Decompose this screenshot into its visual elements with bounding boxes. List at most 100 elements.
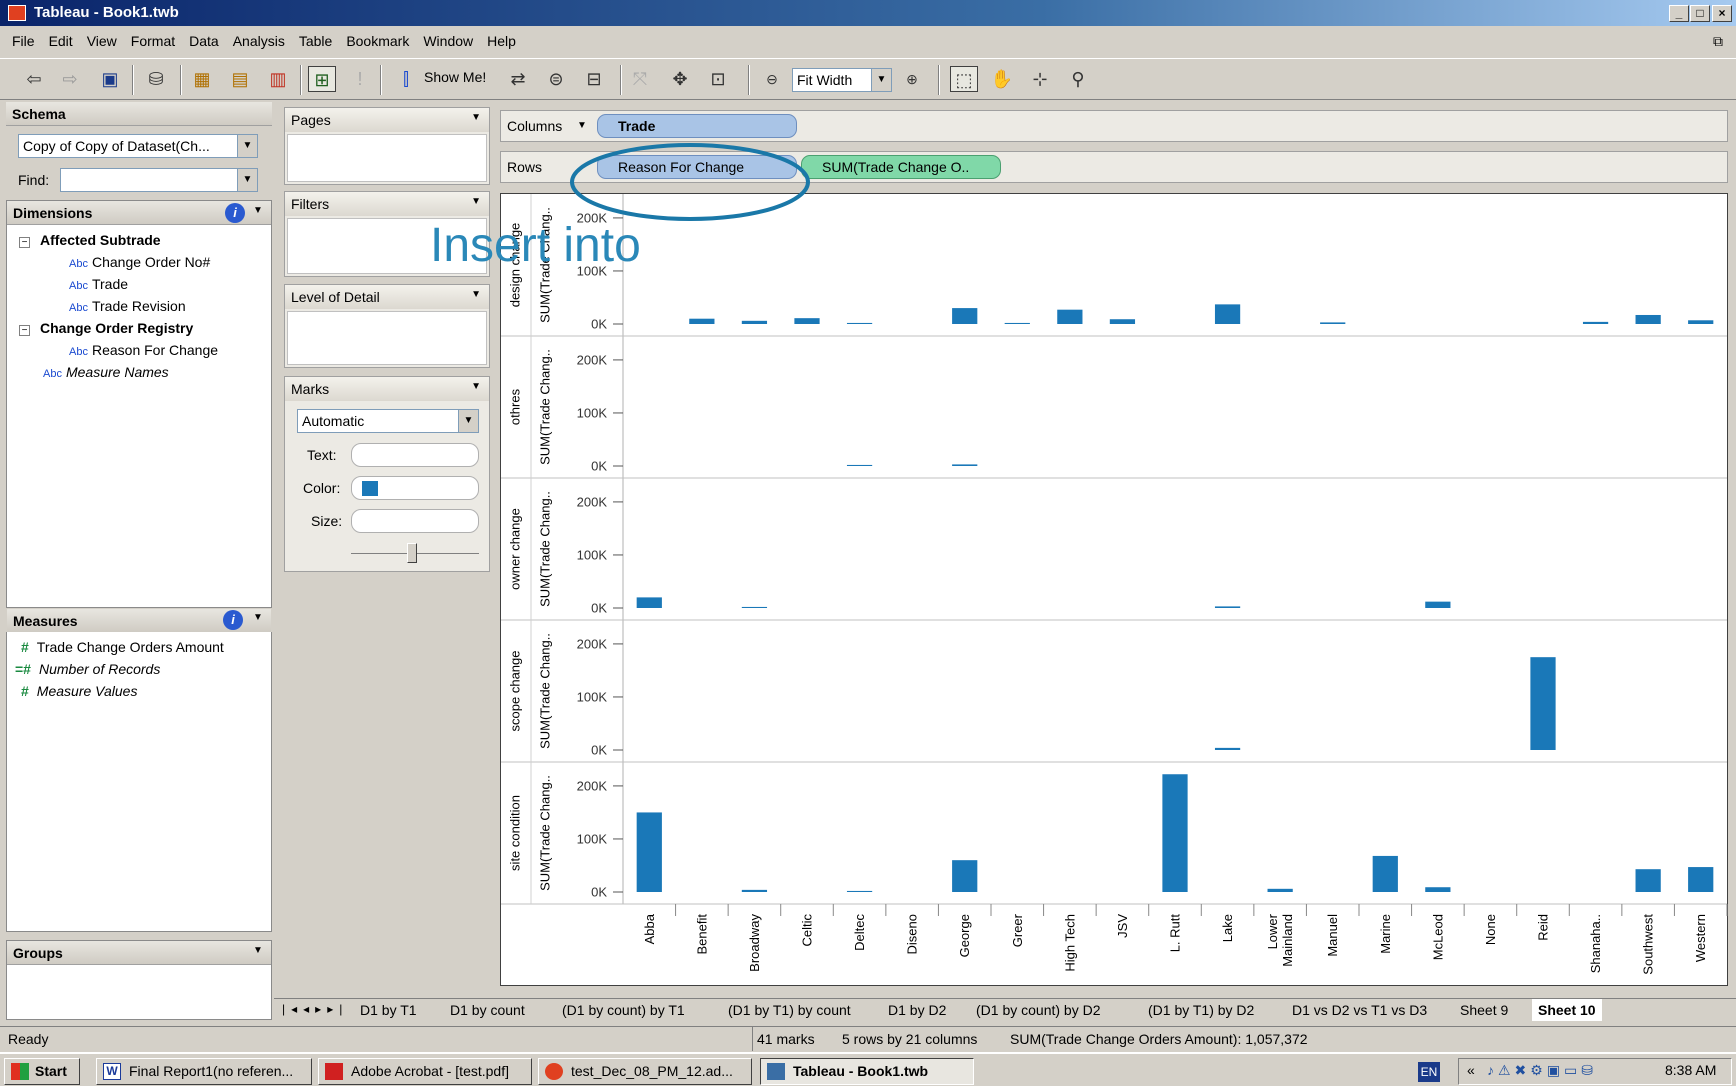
restore-child-icon[interactable]: ⧉ [1706,28,1730,54]
pan-tool-icon[interactable]: ✋ [988,66,1016,92]
task-tableau[interactable]: Tableau - Book1.twb [760,1058,974,1085]
chevron-down-icon[interactable]: ▼ [471,112,481,123]
back-icon[interactable]: ⇦ [20,66,48,92]
info-icon[interactable]: i [223,610,243,630]
menu-table[interactable]: Table [292,28,339,54]
minimize-button[interactable]: _ [1669,5,1689,22]
lod-drop-area[interactable] [287,311,487,365]
tab-d1-by-t1-by-count[interactable]: (D1 by T1) by count [728,999,851,1021]
color-shelf[interactable] [351,476,479,500]
close-button[interactable]: × [1712,5,1732,22]
maximize-button[interactable]: □ [1690,5,1710,22]
chevron-down-icon[interactable]: ▼ [253,612,263,623]
fit-icon[interactable]: ✥ [666,66,694,92]
bar [952,860,978,892]
menu-edit[interactable]: Edit [42,28,80,54]
menu-view[interactable]: View [80,28,124,54]
field-measure-names[interactable]: Abc Measure Names [43,361,169,383]
tab-d1-by-count[interactable]: D1 by count [450,999,525,1021]
sort-ascending-icon[interactable]: ⊜ [542,66,570,92]
fit-width-select[interactable]: Fit Width ▼ [792,68,892,92]
level-of-detail-shelf[interactable]: Level of Detail ▼ [284,284,490,368]
save-icon[interactable]: ▣ [96,66,124,92]
menu-analysis[interactable]: Analysis [226,28,292,54]
task-test-dec-08[interactable]: test_Dec_08_PM_12.ad... [538,1058,752,1085]
task-word-report[interactable]: W Final Report1(no referen... [96,1058,312,1085]
chevron-down-icon[interactable]: ▼ [471,196,481,207]
duplicate-sheet-icon[interactable]: ▤ [226,66,254,92]
show-me-button[interactable]: Show Me! [424,69,486,85]
find-input[interactable]: ▼ [60,168,258,192]
menu-help[interactable]: Help [480,28,523,54]
folder-change-order-registry[interactable]: Change Order Registry [40,320,193,336]
x-category-label: Manuel [1325,914,1340,957]
measure-measure-values[interactable]: # Measure Values [21,680,137,702]
size-shelf[interactable] [351,509,479,533]
chevron-down-icon[interactable]: ▼ [253,205,263,216]
field-change-order-no[interactable]: Abc Change Order No# [69,251,210,273]
tray-icons[interactable]: ♪⚠✖⚙▣▭⛁ [1487,1062,1597,1079]
select-tool-icon[interactable]: ⬚ [950,66,978,92]
field-trade-revision[interactable]: Abc Trade Revision [69,295,186,317]
chevron-down-icon[interactable]: ▼ [471,381,481,392]
acrobat-icon [325,1063,343,1080]
size-slider-handle[interactable] [407,543,417,563]
info-icon[interactable]: i [225,203,245,223]
chevron-down-icon[interactable]: ▼ [253,945,263,956]
zoom-tool-icon[interactable]: ⚲ [1064,66,1092,92]
swap-icon[interactable]: ⇄ [504,66,532,92]
field-trade[interactable]: Abc Trade [69,273,128,295]
tab-sheet-10[interactable]: Sheet 10 [1532,999,1602,1021]
collapse-icon[interactable]: − [19,237,30,248]
measure-number-of-records[interactable]: =# Number of Records [15,658,160,680]
menu-data[interactable]: Data [182,28,226,54]
tab-sheet-9[interactable]: Sheet 9 [1460,999,1508,1021]
auto-update-icon[interactable]: ⊞ [308,66,336,92]
tab-d1-by-t1[interactable]: D1 by T1 [360,999,417,1021]
zoom-in-icon[interactable]: ⊕ [898,66,926,92]
chevron-down-icon[interactable]: ▼ [577,120,587,131]
status-marks: 41 marks [752,1027,815,1051]
menu-format[interactable]: Format [124,28,182,54]
tab-d1-by-count-by-d2[interactable]: (D1 by count) by D2 [976,999,1101,1021]
language-indicator[interactable]: EN [1418,1062,1440,1082]
sort-descending-icon[interactable]: ⊟ [580,66,608,92]
show-me-icon[interactable]: ⫿ [392,66,420,92]
tray-expand-icon[interactable]: « [1467,1062,1475,1078]
menu-window[interactable]: Window [416,28,480,54]
sheet-tab-bar: |◂◂▸▸| D1 by T1 D1 by count (D1 by count… [274,998,1736,1022]
datasource-select[interactable]: Copy of Copy of Dataset(Ch... ▼ [18,134,258,158]
chart-view[interactable]: design change SUM(Trade Chang.. 200K 100K 0K… [500,193,1728,986]
presentation-icon[interactable]: ⊡ [704,66,732,92]
toolbar: ⇦ ⇨ ▣ ⛁ ▦ ▤ ▥ ⊞ ! ⫿ Show Me! ⇄ ⊜ ⊟ ⤧ ✥ ⊡… [0,58,1736,100]
pages-drop-area[interactable] [287,134,487,182]
folder-affected-subtrade[interactable]: Affected Subtrade [40,232,161,248]
chevron-down-icon[interactable]: ▼ [471,289,481,300]
sum-trade-change-row-pill[interactable]: SUM(Trade Change O.. [801,155,1001,179]
menu-bookmark[interactable]: Bookmark [339,28,416,54]
group-icon[interactable]: ⤧ [626,66,654,92]
x-category-label: Lake [1220,914,1235,942]
tab-d1-by-d2[interactable]: D1 by D2 [888,999,946,1021]
collapse-icon[interactable]: − [19,325,30,336]
start-button[interactable]: Start [4,1058,80,1085]
new-worksheet-icon[interactable]: ▦ [188,66,216,92]
tab-d1-by-t1-by-d2[interactable]: (D1 by T1) by D2 [1148,999,1254,1021]
text-shelf[interactable] [351,443,479,467]
zoom-area-icon[interactable]: ⊹ [1026,66,1054,92]
tab-scroll-arrows[interactable]: |◂◂▸▸| [282,1002,348,1016]
menu-file[interactable]: File [0,28,42,54]
task-adobe-acrobat[interactable]: Adobe Acrobat - [test.pdf] [318,1058,532,1085]
clear-sheet-icon[interactable]: ▥ [264,66,292,92]
measure-trade-change-orders-amount[interactable]: # Trade Change Orders Amount [21,636,224,658]
pages-shelf[interactable]: Pages ▼ [284,107,490,185]
field-reason-for-change[interactable]: Abc Reason For Change [69,339,218,361]
tab-d1-by-count-by-t1[interactable]: (D1 by count) by T1 [562,999,685,1021]
mark-type-select[interactable]: Automatic ▼ [297,409,479,433]
run-update-icon[interactable]: ! [346,66,374,92]
connect-data-icon[interactable]: ⛁ [142,66,170,92]
zoom-out-icon[interactable]: ⊖ [758,66,786,92]
trade-column-pill[interactable]: Trade [597,114,797,138]
forward-icon[interactable]: ⇨ [56,66,84,92]
tab-d1-vs-d2-vs-t1-vs-d3[interactable]: D1 vs D2 vs T1 vs D3 [1292,999,1427,1021]
